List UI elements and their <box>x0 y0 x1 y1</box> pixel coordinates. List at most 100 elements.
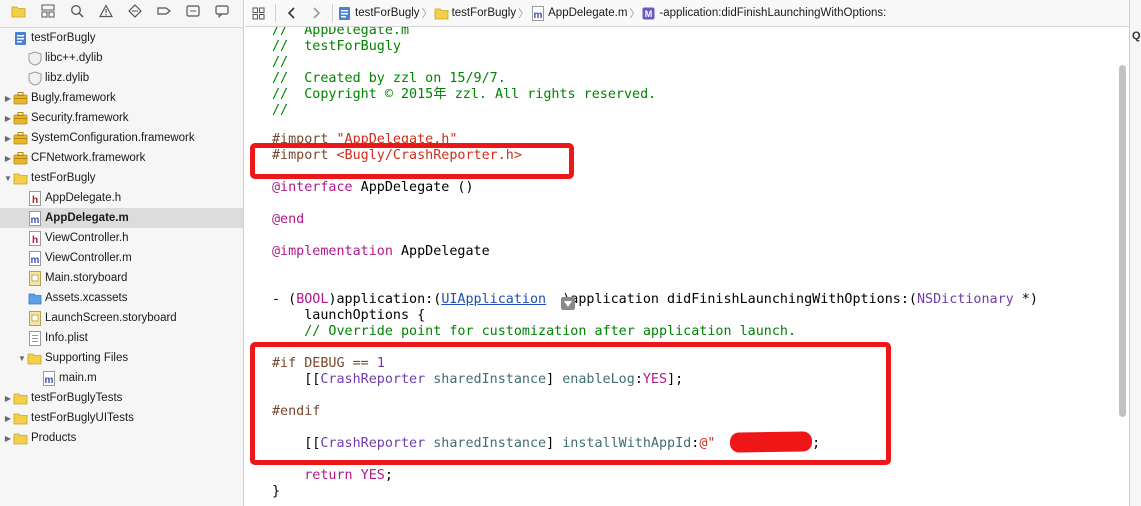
disclosure-closed-icon[interactable]: ▶ <box>3 148 13 168</box>
breadcrumb-item[interactable]: testForBugly <box>337 0 420 27</box>
comment-icon <box>214 4 229 23</box>
disclosure-closed-icon[interactable]: ▶ <box>3 88 13 108</box>
navigator-tab-warning[interactable] <box>91 0 120 28</box>
library-icon <box>27 70 42 86</box>
storyboard-icon <box>27 270 42 286</box>
code-line: @implementation AppDelegate <box>272 244 490 260</box>
navigator-item[interactable]: ▶ Security.framework <box>0 108 243 128</box>
framework-icon <box>13 111 28 126</box>
code-line: // <box>272 55 288 71</box>
navigator-item-label: testForBuglyUITests <box>31 412 134 424</box>
svg-text:m: m <box>533 10 542 21</box>
folder-icon <box>13 171 28 186</box>
navigator-item-label: Security.framework <box>31 112 129 124</box>
navigator-item[interactable]: ▶ Products <box>0 428 243 448</box>
redaction-mark <box>729 431 813 453</box>
navigator-item[interactable]: Info.plist <box>0 328 243 348</box>
vertical-scrollbar[interactable] <box>1117 27 1129 506</box>
navigator-item[interactable]: ▶ SystemConfiguration.framework <box>0 128 243 148</box>
breadcrumb-separator: 〉 <box>629 8 641 20</box>
disclosure-closed-icon[interactable]: ▶ <box>3 388 13 408</box>
navigator-item[interactable]: ▼ testForBugly <box>0 168 243 188</box>
navigator-item[interactable]: ▼ Supporting Files <box>0 348 243 368</box>
breadcrumb-label: AppDelegate.m <box>548 7 628 19</box>
code-token: - ( <box>272 292 297 307</box>
svg-text:h: h <box>31 235 37 246</box>
code-token[interactable]: UIApplication <box>441 292 546 307</box>
navigator-toolbar <box>0 0 243 28</box>
svg-text:m: m <box>30 215 39 226</box>
related-items-button[interactable] <box>245 0 271 27</box>
navigator-item[interactable]: libz.dylib <box>0 68 243 88</box>
back-button[interactable] <box>280 0 304 27</box>
disclosure-open-icon[interactable]: ▼ <box>3 168 13 188</box>
navigator-tab-hierarchy[interactable] <box>33 0 62 28</box>
navigator-item-label: SystemConfiguration.framework <box>31 132 195 144</box>
navigator-tab-diamond[interactable] <box>120 0 149 28</box>
disclosure-closed-icon[interactable]: ▶ <box>3 428 13 448</box>
navigator-item-label: main.m <box>59 372 97 384</box>
framework-icon <box>13 131 28 146</box>
navigator-item[interactable]: h AppDelegate.h <box>0 188 243 208</box>
navigator-tab-folder[interactable] <box>4 0 33 28</box>
code-view[interactable]: // AppDelegate.m// testForBugly//// Crea… <box>245 27 1129 506</box>
disclosure-open-icon[interactable]: ▼ <box>17 348 27 368</box>
navigator-tab-comment[interactable] <box>207 0 236 28</box>
code-token: } <box>272 484 281 499</box>
code-token: @implementation <box>272 244 393 259</box>
disclosure-closed-icon[interactable]: ▶ <box>3 128 13 148</box>
code-line: // AppDelegate.m <box>272 27 409 39</box>
disclosure-closed-icon[interactable]: ▶ <box>3 108 13 128</box>
navigator-item[interactable]: ▶ testForBuglyTests <box>0 388 243 408</box>
navigator-item-label: testForBugly <box>31 172 96 184</box>
code-token: // <box>272 55 289 70</box>
breadcrumb-item[interactable]: m AppDelegate.m <box>530 0 627 27</box>
highlight-box-import <box>250 143 574 179</box>
navigator-item[interactable]: ▶ Bugly.framework <box>0 88 243 108</box>
navigator-item[interactable]: ▶ CFNetwork.framework <box>0 148 243 168</box>
navigator-item[interactable]: m AppDelegate.m <box>0 208 243 228</box>
code-line: } <box>272 484 280 500</box>
navigator-item[interactable]: libc++.dylib <box>0 48 243 68</box>
code-token: )application:( <box>328 292 442 307</box>
navigator-item[interactable]: testForBugly <box>0 28 243 48</box>
navigator-tab-tag[interactable] <box>149 0 178 28</box>
code-token: return <box>304 468 353 483</box>
fix-it-dropdown-icon[interactable] <box>561 297 575 310</box>
diamond-icon <box>127 4 142 23</box>
navigator-item[interactable]: ▶ testForBuglyUITests <box>0 408 243 428</box>
breadcrumb-item[interactable]: testForBugly <box>434 0 516 27</box>
code-token: launchOptions { <box>272 308 426 323</box>
forward-button[interactable] <box>304 0 328 27</box>
folder-icon <box>27 351 42 366</box>
breadcrumb-item[interactable]: M -application:didFinishLaunchingWithOpti… <box>641 0 886 27</box>
disclosure-closed-icon[interactable]: ▶ <box>3 408 13 428</box>
code-line: // <box>272 103 288 119</box>
storyboard-icon <box>27 310 42 326</box>
scrollbar-thumb[interactable] <box>1119 65 1126 417</box>
project-icon <box>337 6 352 21</box>
inspector-panel: Qu <box>1129 0 1141 506</box>
navigator-tab-search[interactable] <box>62 0 91 28</box>
navigator-item-label: LaunchScreen.storyboard <box>45 312 177 324</box>
inspector-label: Qu <box>1132 30 1141 42</box>
folder-icon <box>434 6 449 21</box>
navigator-item[interactable]: LaunchScreen.storyboard <box>0 308 243 328</box>
navigator-item[interactable]: Main.storyboard <box>0 268 243 288</box>
navigator-item[interactable]: h ViewController.h <box>0 228 243 248</box>
navigator-item[interactable]: Assets.xcassets <box>0 288 243 308</box>
chevron-left-icon <box>287 7 295 19</box>
impl-file-icon: m <box>27 210 42 226</box>
navigator-item[interactable]: m ViewController.m <box>0 248 243 268</box>
navigator-tab-breakpoint[interactable] <box>178 0 207 28</box>
jump-bar: testForBugly 〉 testForBugly 〉 m AppDelegate.m… <box>245 0 1129 27</box>
code-token: // Override point for customization afte… <box>272 324 797 339</box>
folder-icon <box>13 431 28 446</box>
navigator-item[interactable]: m main.m <box>0 368 243 388</box>
